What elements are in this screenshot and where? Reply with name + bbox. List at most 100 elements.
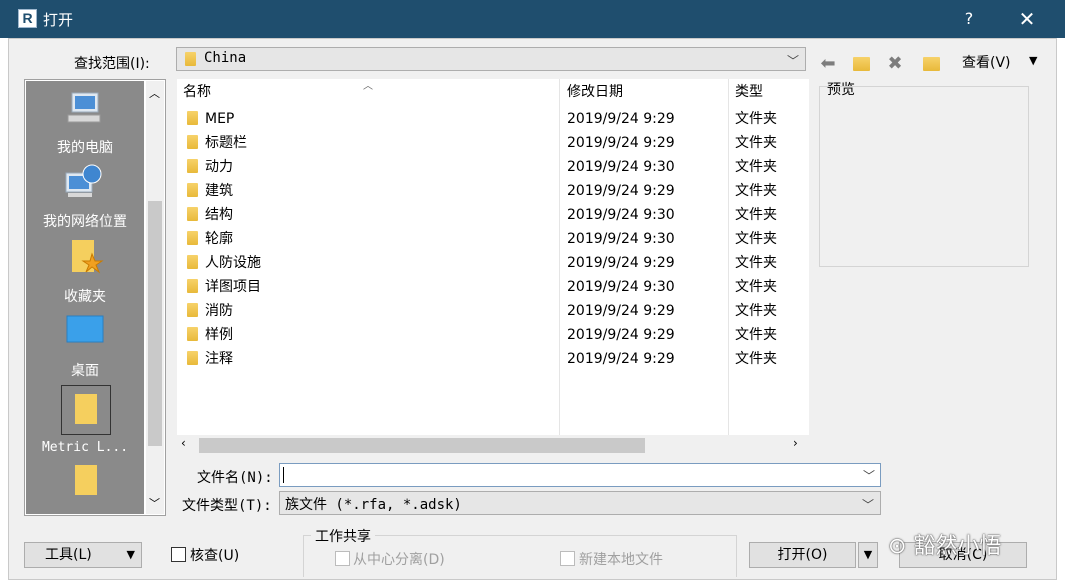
open-button[interactable]: 打开(O) (749, 542, 856, 568)
new-folder-icon[interactable] (918, 51, 944, 77)
file-name: 轮廓 (205, 231, 233, 247)
file-name: 注释 (205, 351, 233, 367)
file-name: 样例 (205, 327, 233, 343)
scroll-thumb[interactable] (148, 201, 162, 446)
title-bar: R 打开 ? ✕ (0, 0, 1065, 38)
audit-label: 核查(U) (190, 548, 240, 564)
file-row[interactable]: 注释 2019/9/24 9:29 文件夹 (177, 347, 809, 371)
column-name[interactable]: 名称 (183, 79, 211, 105)
tools-dropdown-arrow-icon[interactable]: ▼ (127, 543, 135, 567)
place-my-computer[interactable]: 我的电脑 (26, 87, 144, 156)
file-date: 2019/9/24 9:30 (567, 159, 675, 175)
up-folder-icon[interactable] (848, 51, 874, 77)
detach-label: 从中心分离(D) (353, 552, 445, 568)
file-name: 建筑 (205, 183, 233, 199)
file-date: 2019/9/24 9:29 (567, 351, 675, 367)
back-arrow-icon[interactable]: ⬅ (815, 51, 841, 77)
file-list-hscrollbar[interactable]: ‹ › (177, 435, 809, 455)
filetype-combo[interactable]: 族文件 (*.rfa, *.adsk) ﹀ (279, 491, 881, 515)
audit-checkbox[interactable] (171, 547, 186, 562)
folder-icon (187, 207, 198, 221)
delete-icon[interactable]: ✖ (882, 51, 908, 77)
file-date: 2019/9/24 9:30 (567, 279, 675, 295)
lookin-value: China (204, 50, 247, 66)
column-date[interactable]: 修改日期 (567, 79, 623, 105)
revit-app-icon: R (18, 9, 37, 28)
open-dialog: 查找范围(I): China ﹀ ⬅ ✖ 查看(V) ▼ 我的电脑 我的网络位置… (8, 38, 1057, 580)
lookin-label: 查找范围(I): (74, 56, 150, 72)
file-type: 文件夹 (735, 231, 777, 247)
lookin-combo[interactable]: China ﹀ (176, 47, 806, 71)
folder-icon (75, 394, 97, 424)
network-icon (65, 164, 102, 197)
file-row[interactable]: 详图项目 2019/9/24 9:30 文件夹 (177, 275, 809, 299)
filename-input[interactable]: ﹀ (279, 463, 881, 487)
scroll-up-icon[interactable]: ︿ (149, 85, 160, 101)
scroll-left-icon[interactable]: ‹ (181, 436, 186, 450)
folder-icon (75, 465, 97, 495)
sort-up-icon: ︿ (363, 81, 373, 92)
open-dropdown-arrow-icon[interactable]: ▼ (858, 542, 878, 568)
scroll-down-icon[interactable]: ﹀ (149, 495, 160, 511)
file-row[interactable]: 标题栏 2019/9/24 9:29 文件夹 (177, 131, 809, 155)
file-type: 文件夹 (735, 327, 777, 343)
file-type: 文件夹 (735, 279, 777, 295)
places-bar: 我的电脑 我的网络位置 收藏夹 桌面 Metric L... ︿ ﹀ (24, 79, 166, 516)
file-name: 人防设施 (205, 255, 261, 271)
file-date: 2019/9/24 9:29 (567, 327, 675, 343)
file-row[interactable]: 轮廓 2019/9/24 9:30 文件夹 (177, 227, 809, 251)
hscroll-thumb[interactable] (199, 438, 645, 453)
detach-checkbox[interactable] (335, 551, 350, 566)
scroll-right-icon[interactable]: › (793, 436, 798, 450)
help-button[interactable]: ? (956, 5, 982, 33)
chevron-down-icon: ﹀ (861, 498, 874, 512)
file-type: 文件夹 (735, 135, 777, 151)
place-folder[interactable] (26, 459, 144, 509)
chevron-down-icon[interactable]: ﹀ (863, 467, 875, 484)
filetype-value: 族文件 (*.rfa, *.adsk) (285, 497, 462, 513)
desktop-icon (66, 315, 104, 343)
file-date: 2019/9/24 9:30 (567, 207, 675, 223)
folder-icon (187, 111, 198, 125)
create-local-checkbox[interactable] (560, 551, 575, 566)
file-date: 2019/9/24 9:30 (567, 231, 675, 247)
file-name: 动力 (205, 159, 233, 175)
file-row[interactable]: 动力 2019/9/24 9:30 文件夹 (177, 155, 809, 179)
file-row[interactable]: 建筑 2019/9/24 9:29 文件夹 (177, 179, 809, 203)
file-name: 结构 (205, 207, 233, 223)
preview-panel (819, 86, 1029, 267)
file-type: 文件夹 (735, 303, 777, 319)
file-type: 文件夹 (735, 183, 777, 199)
file-date: 2019/9/24 9:29 (567, 135, 675, 151)
folder-icon (187, 255, 198, 269)
folder-icon (187, 303, 198, 317)
window-title: 打开 (43, 11, 74, 29)
file-row[interactable]: 结构 2019/9/24 9:30 文件夹 (177, 203, 809, 227)
tools-button[interactable]: 工具(L) ▼ (24, 542, 142, 568)
file-row[interactable]: 消防 2019/9/24 9:29 文件夹 (177, 299, 809, 323)
place-desktop[interactable]: 桌面 (26, 310, 144, 379)
folder-icon (187, 327, 198, 341)
folder-icon (187, 135, 198, 149)
places-scrollbar[interactable]: ︿ ﹀ (146, 81, 164, 514)
column-type[interactable]: 类型 (735, 79, 763, 105)
place-network[interactable]: 我的网络位置 (26, 161, 144, 230)
place-favorites[interactable]: 收藏夹 (26, 236, 144, 305)
file-name: 标题栏 (205, 135, 247, 151)
file-row[interactable]: 人防设施 2019/9/24 9:29 文件夹 (177, 251, 809, 275)
place-metric-library[interactable]: Metric L... (26, 385, 144, 455)
file-name: MEP (205, 111, 235, 127)
file-row[interactable]: MEP 2019/9/24 9:29 文件夹 (177, 107, 809, 131)
view-menu-button[interactable]: 查看(V) (962, 52, 1011, 72)
file-type: 文件夹 (735, 255, 777, 271)
folder-icon (187, 183, 198, 197)
view-dropdown-arrow-icon[interactable]: ▼ (1029, 54, 1037, 67)
filetype-label: 文件类型(T): (182, 498, 272, 514)
file-date: 2019/9/24 9:29 (567, 255, 675, 271)
folder-icon (185, 52, 196, 66)
file-name: 消防 (205, 303, 233, 319)
file-date: 2019/9/24 9:29 (567, 303, 675, 319)
file-type: 文件夹 (735, 207, 777, 223)
file-row[interactable]: 样例 2019/9/24 9:29 文件夹 (177, 323, 809, 347)
close-button[interactable]: ✕ (1014, 5, 1040, 33)
